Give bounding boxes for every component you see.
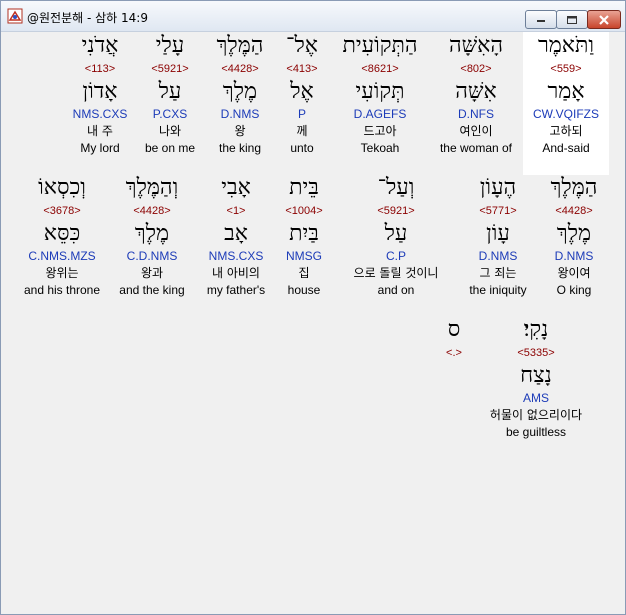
strong-number: <5921> <box>377 205 415 217</box>
english-gloss: the woman of <box>439 141 513 155</box>
hebrew-word: וַתֹּאמֶר <box>537 33 595 58</box>
word-cell[interactable]: ס <.> <box>409 316 499 362</box>
close-icon <box>599 14 609 25</box>
hebrew-word: וְכִסְאוֹ <box>38 175 86 200</box>
close-button[interactable] <box>587 10 621 29</box>
strong-number: <1> <box>226 205 246 217</box>
hebrew-word: הַמֶּלֶךְ <box>550 175 598 200</box>
strong-number: <4428> <box>133 205 171 217</box>
morph-code: CW.VQIFZS <box>533 107 599 121</box>
english-gloss: My lord <box>80 141 120 155</box>
english-gloss: be guiltless <box>505 425 567 439</box>
hebrew-word: וְעַל־ <box>377 175 415 200</box>
hebrew-lemma: נָצַח <box>520 363 552 388</box>
morph-code: D.NMS <box>478 249 518 263</box>
hebrew-lemma: כִּסֵּא <box>43 221 81 246</box>
morph-code: AMS <box>522 391 549 405</box>
word-cell[interactable]: הָאִשָּׁה <802> אִשָּׁה D.NFS 여인이 the wo… <box>433 32 519 156</box>
word-cell[interactable]: וַתֹּאמֶר <559> אָמַר CW.VQIFZS 고하되 And-… <box>523 32 609 175</box>
hebrew-lemma: מֶלֶךְ <box>556 221 592 246</box>
word-cell[interactable]: וְהַמֶּלֶךְ <4428> מֶלֶךְ C.D.NMS 왕과 and… <box>109 174 195 298</box>
hebrew-lemma: אָדוֹן <box>82 79 118 104</box>
interlinear-panel: וַתֹּאמֶר <559> אָמַר CW.VQIFZS 고하되 And-… <box>3 32 623 612</box>
korean-gloss: 그 죄는 <box>479 266 517 280</box>
word-cell[interactable]: הַמֶּלֶךְ <4428> מֶלֶךְ D.NMS 왕이여 O king <box>531 174 617 298</box>
strong-number: <559> <box>550 63 582 75</box>
korean-gloss: 왕위는 <box>45 266 79 280</box>
hebrew-word: הֶעָוֹן <box>479 175 517 200</box>
english-gloss: And-said <box>542 141 590 155</box>
strong-number: <113> <box>84 63 116 75</box>
korean-gloss: 왕과 <box>140 266 164 280</box>
hebrew-lemma: אִשָּׁה <box>455 79 497 104</box>
hebrew-lemma: עָוֹן <box>486 221 510 246</box>
english-gloss: my father's <box>206 283 266 297</box>
maximize-button[interactable] <box>556 10 588 29</box>
english-gloss: Tekoah <box>360 141 400 155</box>
korean-gloss: 여인이 <box>459 124 493 138</box>
morph-code: D.NFS <box>458 107 494 121</box>
maximize-icon <box>567 15 577 24</box>
morph-code: C.D.NMS <box>126 249 178 263</box>
strong-number: <3678> <box>43 205 81 217</box>
korean-gloss: 내 아비의 <box>212 266 260 280</box>
english-gloss: and on <box>377 283 415 297</box>
korean-gloss: 허물이 없으리이다 <box>489 408 583 422</box>
korean-gloss: 왕이여 <box>557 266 591 280</box>
minimize-icon <box>537 19 545 22</box>
strong-number: <8621> <box>361 63 399 75</box>
english-gloss: and the king <box>119 283 185 297</box>
morph-code: NMS.CXS <box>72 107 128 121</box>
morph-code: C.NMS.MZS <box>28 249 96 263</box>
korean-gloss: 으로 돌릴 것이니 <box>353 266 439 280</box>
hebrew-word: אָבִי <box>221 175 251 200</box>
hebrew-lemma: אָב <box>224 221 248 246</box>
hebrew-lemma: אָמַר <box>547 79 585 104</box>
hebrew-word: הַתְּקוֹעִית <box>342 33 418 58</box>
app-window: @원전분해 - 삼하 14:9 וַתֹּאמֶר <559> אָמַר CW… <box>0 0 626 615</box>
word-cell[interactable]: הַתְּקוֹעִית <8621> תְּקוֹעִי D.AGEFS 드고… <box>337 32 423 156</box>
morph-code: C.P <box>385 249 406 263</box>
hebrew-word: ס <box>447 317 461 342</box>
korean-gloss: 내 주 <box>87 124 113 138</box>
morph-code: D.NMS <box>554 249 594 263</box>
word-cell[interactable]: וְעַל־ <5921> עַל C.P 으로 돌릴 것이니 and on <box>331 174 461 298</box>
morph-code: NMS.CXS <box>208 249 264 263</box>
english-gloss: and his throne <box>23 283 101 297</box>
hebrew-word: אֲדֹנִי <box>81 33 119 58</box>
strong-number: <802> <box>460 63 492 75</box>
korean-gloss: 고하되 <box>549 124 583 138</box>
word-cell[interactable]: הֶעָוֹן <5771> עָוֹן D.NMS 그 죄는 the iniq… <box>455 174 541 298</box>
title-bar[interactable]: @원전분해 - 삼하 14:9 <box>1 1 625 32</box>
app-logo-icon <box>7 8 23 24</box>
window-title: @원전분해 - 삼하 14:9 <box>27 11 148 25</box>
hebrew-lemma: תְּקוֹעִי <box>355 79 405 104</box>
morph-code: D.AGEFS <box>353 107 407 121</box>
word-cell[interactable]: אָבִי <1> אָב NMS.CXS 내 아비의 my father's <box>193 174 279 298</box>
word-cell[interactable]: וְכִסְאוֹ <3678> כִּסֵּא C.NMS.MZS 왕위는 a… <box>19 174 105 298</box>
hebrew-word: הָאִשָּׁה <box>448 33 504 58</box>
english-gloss: the iniquity <box>469 283 527 297</box>
word-cell[interactable]: אֲדֹנִי <113> אָדוֹן NMS.CXS 내 주 My lord <box>57 32 143 156</box>
korean-gloss: 드고아 <box>363 124 397 138</box>
strong-number: <.> <box>446 347 462 359</box>
hebrew-lemma: מֶלֶךְ <box>134 221 170 246</box>
english-gloss: O king <box>556 283 592 297</box>
strong-number: <5771> <box>479 205 517 217</box>
minimize-button[interactable] <box>525 10 557 29</box>
hebrew-lemma: עַל <box>384 221 408 246</box>
hebrew-word: וְהַמֶּלֶךְ <box>125 175 179 200</box>
strong-number: <4428> <box>555 205 593 217</box>
